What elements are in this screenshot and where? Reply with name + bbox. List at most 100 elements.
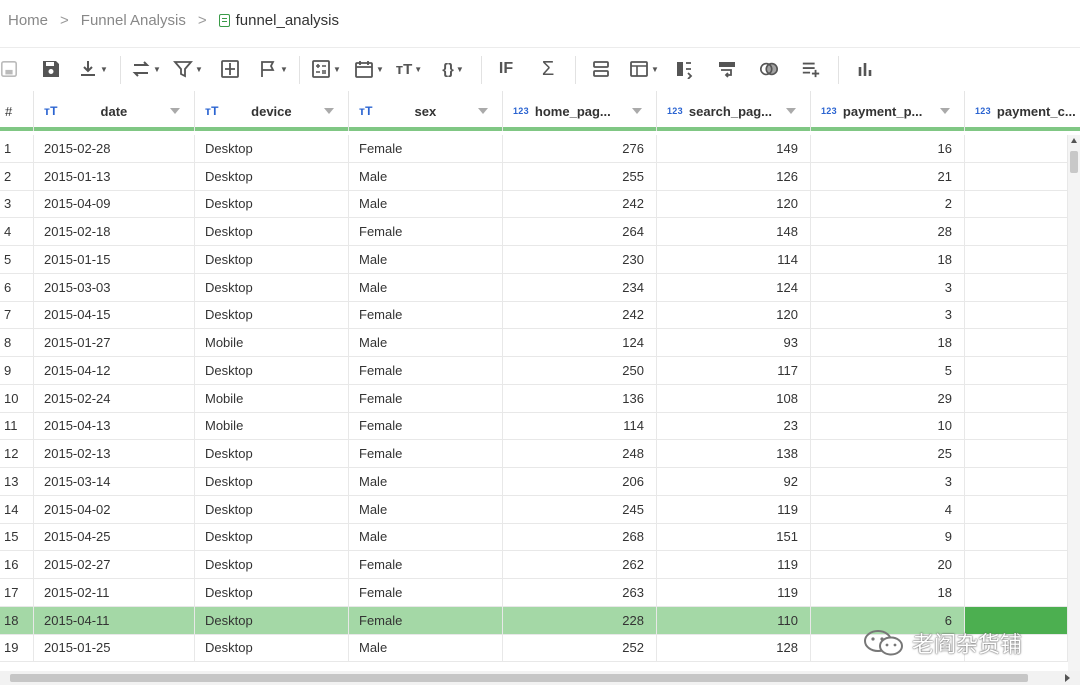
payment-page-cell[interactable]: 20 [811,551,965,578]
table-row[interactable]: 6 2015-03-03 Desktop Male 234 124 3 [0,273,1068,302]
date-cell[interactable]: 2015-02-11 [34,579,195,606]
home-page-cell[interactable]: 230 [503,246,657,273]
device-cell[interactable]: Desktop [195,273,349,301]
payment-page-cell[interactable]: 5 [811,357,965,384]
payment-page-cell[interactable]: 29 [811,384,965,412]
table-row[interactable]: 1 2015-02-28 Desktop Female 276 149 16 [0,135,1068,163]
table-row[interactable]: 12 2015-02-13 Desktop Female 248 138 25 [0,440,1068,468]
payment-confirmation-cell[interactable] [965,468,1068,495]
home-page-cell[interactable]: 124 [503,329,657,356]
calendar-icon[interactable]: ▼ [353,53,385,85]
home-page-cell[interactable]: 276 [503,135,657,162]
sex-cell[interactable]: Male [349,329,503,356]
date-cell[interactable]: 2015-02-28 [34,135,195,162]
payment-confirmation-cell[interactable] [965,273,1068,301]
payment-page-cell[interactable]: 3 [811,301,965,329]
payment-page-cell[interactable]: 4 [811,495,965,523]
device-cell[interactable]: Desktop [195,162,349,190]
table-row[interactable]: 13 2015-03-14 Desktop Male 206 92 3 [0,468,1068,496]
home-page-cell[interactable]: 245 [503,495,657,523]
sex-cell[interactable]: Female [349,579,503,606]
payment-confirmation-cell[interactable] [965,246,1068,273]
search-page-cell[interactable]: 120 [657,301,811,329]
horizontal-scrollbar[interactable] [0,671,1080,685]
sex-cell[interactable]: Male [349,246,503,273]
sex-cell[interactable]: Male [349,495,503,523]
column-header-sex[interactable]: тT sex [349,91,503,131]
table-row[interactable]: 4 2015-02-18 Desktop Female 264 148 28 [0,218,1068,246]
table-row[interactable]: 17 2015-02-11 Desktop Female 263 119 18 [0,579,1068,607]
date-cell[interactable]: 2015-01-25 [34,634,195,662]
search-page-cell[interactable]: 114 [657,246,811,273]
payment-page-cell[interactable]: 21 [811,162,965,190]
sex-cell[interactable]: Male [349,634,503,662]
home-page-cell[interactable]: 242 [503,190,657,218]
payment-confirmation-cell[interactable] [965,135,1068,162]
home-page-cell[interactable]: 250 [503,357,657,384]
table-row[interactable]: 16 2015-02-27 Desktop Female 262 119 20 [0,551,1068,579]
payment-page-cell[interactable]: 2 [811,190,965,218]
flag-icon[interactable]: ▼ [257,53,289,85]
payment-page-cell[interactable]: 16 [811,135,965,162]
date-cell[interactable]: 2015-04-25 [34,523,195,551]
table-row[interactable]: 11 2015-04-13 Mobile Female 114 23 10 [0,412,1068,441]
search-page-cell[interactable]: 148 [657,218,811,245]
fit-icon[interactable] [219,53,241,85]
wrap-icon[interactable] [716,53,738,85]
search-page-cell[interactable]: 110 [657,606,811,634]
search-page-cell[interactable]: 108 [657,384,811,412]
home-page-cell[interactable]: 248 [503,440,657,467]
json-icon[interactable]: {} ▼ [437,53,469,85]
sex-cell[interactable]: Female [349,551,503,578]
payment-page-cell[interactable]: 18 [811,579,965,606]
column-header-device[interactable]: тT device [195,91,349,131]
date-cell[interactable]: 2015-04-02 [34,495,195,523]
device-cell[interactable]: Desktop [195,579,349,606]
table-row[interactable]: 7 2015-04-15 Desktop Female 242 120 3 [0,301,1068,330]
payment-confirmation-cell[interactable] [965,495,1068,523]
payment-confirmation-cell[interactable] [965,440,1068,467]
search-page-cell[interactable]: 126 [657,162,811,190]
table-row[interactable]: 3 2015-04-09 Desktop Male 242 120 2 [0,190,1068,219]
home-page-cell[interactable]: 242 [503,301,657,329]
device-cell[interactable]: Desktop [195,606,349,634]
date-cell[interactable]: 2015-04-15 [34,301,195,329]
payment-page-cell[interactable]: 3 [811,273,965,301]
device-cell[interactable]: Desktop [195,301,349,329]
device-cell[interactable]: Desktop [195,190,349,218]
date-cell[interactable]: 2015-04-09 [34,190,195,218]
sort-icon[interactable] [940,108,950,114]
sex-cell[interactable]: Female [349,135,503,162]
scrollbar-thumb[interactable] [10,674,1028,682]
filter-icon[interactable]: ▼ [173,53,203,85]
chart-icon[interactable] [854,53,876,85]
breadcrumb-home[interactable]: Home [8,12,48,29]
add-row-icon[interactable] [799,53,823,85]
payment-page-cell[interactable]: 9 [811,523,965,551]
sex-cell[interactable]: Female [349,218,503,245]
device-cell[interactable]: Desktop [195,634,349,662]
home-page-cell[interactable]: 263 [503,579,657,606]
search-page-cell[interactable]: 120 [657,190,811,218]
sex-cell[interactable]: Female [349,606,503,634]
column-header-payment-page[interactable]: 123 payment_p... [811,91,965,131]
search-page-cell[interactable]: 149 [657,135,811,162]
home-page-cell[interactable]: 268 [503,523,657,551]
search-page-cell[interactable]: 92 [657,468,811,495]
date-cell[interactable]: 2015-01-27 [34,329,195,356]
text-format-icon[interactable]: тT ▼ [393,53,425,85]
payment-confirmation-cell[interactable] [965,579,1068,606]
home-page-cell[interactable]: 234 [503,273,657,301]
device-cell[interactable]: Desktop [195,218,349,245]
table-row[interactable]: 10 2015-02-24 Mobile Female 136 108 29 [0,384,1068,413]
sex-cell[interactable]: Male [349,190,503,218]
date-cell[interactable]: 2015-04-12 [34,357,195,384]
column-header-payment-confirmation[interactable]: 123 payment_c... [965,91,1080,131]
sort-icon[interactable] [478,108,488,114]
date-cell[interactable]: 2015-02-27 [34,551,195,578]
home-page-cell[interactable]: 228 [503,606,657,634]
table-row[interactable]: 9 2015-04-12 Desktop Female 250 117 5 [0,357,1068,385]
payment-confirmation-cell[interactable] [965,190,1068,218]
column-header-date[interactable]: тT date [34,91,195,131]
table-row[interactable]: 5 2015-01-15 Desktop Male 230 114 18 [0,246,1068,274]
